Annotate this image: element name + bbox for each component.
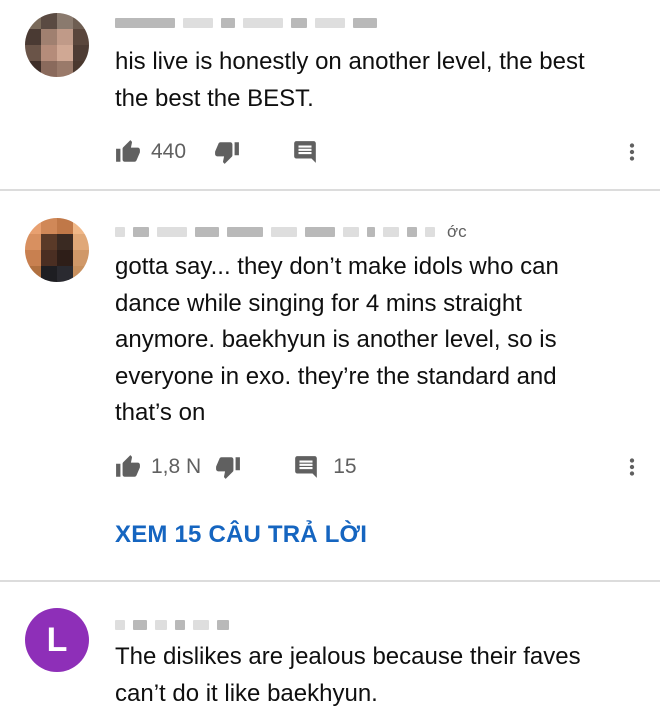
comment-text: gotta say... they don’t make idols who c… xyxy=(115,249,635,432)
more-options-button[interactable] xyxy=(618,453,646,481)
like-button[interactable]: 440 xyxy=(115,139,186,165)
author-name-blurred[interactable]: ớc xyxy=(115,222,467,241)
dislike-button[interactable] xyxy=(215,454,241,480)
comment-1: his live is honestly on another level, t… xyxy=(0,0,660,190)
comment-text-line: The dislikes are jealous because their f… xyxy=(115,643,581,670)
like-count: 1,8 N xyxy=(151,455,202,478)
author-name-blurred[interactable] xyxy=(115,616,229,634)
reply-count: 15 xyxy=(333,455,357,478)
reply-button[interactable]: 15 xyxy=(293,454,357,480)
thumb-down-icon xyxy=(214,139,240,165)
avatar-letter: L xyxy=(25,608,89,672)
author-name-blurred[interactable] xyxy=(115,14,377,32)
thumb-up-icon xyxy=(115,454,141,480)
author-name-suffix: ớc xyxy=(447,222,467,241)
comment-3: L The dislikes are jealous because their… xyxy=(0,582,660,714)
like-button[interactable]: 1,8 N xyxy=(115,454,201,480)
comment-actions: 440 xyxy=(115,137,318,167)
thumb-up-icon xyxy=(115,139,141,165)
view-replies-link[interactable]: XEM 15 CÂU TRẢ LỜI xyxy=(115,521,367,549)
comment-text-line: can’t do it like baekhyun. xyxy=(115,679,378,707)
comment-actions: 1,8 N 15 xyxy=(115,452,357,482)
more-vert-icon xyxy=(629,458,635,476)
thumb-down-icon xyxy=(215,454,241,480)
more-vert-icon xyxy=(629,143,635,161)
comment-icon xyxy=(292,139,318,165)
reply-button[interactable] xyxy=(292,139,318,165)
avatar-image-pixelated xyxy=(25,13,89,77)
dislike-button[interactable] xyxy=(214,139,240,165)
comment-icon xyxy=(293,454,319,480)
more-options-button[interactable] xyxy=(618,138,646,166)
comment-text-line: everyone in exo. they’re the standard an… xyxy=(115,362,557,390)
avatar-image-pixelated xyxy=(25,218,89,282)
comment-text-line: gotta say... they don’t make idols who c… xyxy=(115,253,559,280)
comment-text-line: dance while singing for 4 mins straight xyxy=(115,289,522,317)
comment-text: his live is honestly on another level, t… xyxy=(115,44,635,117)
comment-text-line: the best the BEST. xyxy=(115,84,314,112)
like-count: 440 xyxy=(151,140,187,163)
comment-text: The dislikes are jealous because their f… xyxy=(115,639,635,712)
avatar[interactable]: L xyxy=(25,608,89,672)
comment-text-line: anymore. baekhyun is another level, so i… xyxy=(115,326,557,353)
avatar[interactable] xyxy=(25,218,89,282)
comment-text-line: his live is honestly on another level, t… xyxy=(115,48,585,75)
comment-text-line: that’s on xyxy=(115,399,206,426)
avatar[interactable] xyxy=(25,13,89,77)
comment-2: ớc gotta say... they don’t make idols wh… xyxy=(0,191,660,580)
